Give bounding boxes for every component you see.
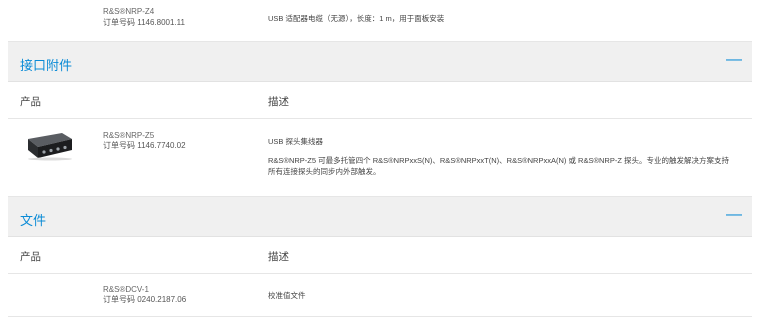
order-number: 订单号码 1146.8001.11: [103, 18, 185, 27]
column-header-row: 产品 描述: [8, 82, 752, 119]
product-description-line: 所有连接探头的同步内外部触发。: [268, 167, 381, 176]
section-title[interactable]: 接口附件: [20, 55, 72, 74]
product-description-title: USB 探头集线器: [268, 137, 324, 146]
section-header-documents[interactable]: 文件 —: [8, 197, 752, 237]
order-number: 订单号码 1146.7740.02: [103, 141, 186, 150]
column-header-description: 描述: [268, 251, 289, 263]
column-header-row: 产品 描述: [8, 237, 752, 274]
usb-sensor-hub-device-image: [28, 133, 72, 161]
column-header-product: 产品: [20, 96, 41, 108]
accessories-page: R&S®NRP-Z4 订单号码 1146.8001.11 USB 适配器电缆（无…: [8, 0, 752, 325]
collapse-icon[interactable]: —: [726, 52, 742, 68]
collapse-icon[interactable]: —: [726, 207, 742, 223]
product-description-line: R&S®NRP-Z5 可最多托管四个 R&S®NRPxxS(N)、R&S®NRP…: [268, 156, 729, 165]
product-name: R&S®DCV-1: [103, 285, 149, 294]
product-row-dcv-1: R&S®DCV-1 订单号码 0240.2187.06 校准值文件: [8, 274, 752, 317]
product-name: R&S®NRP-Z4: [103, 7, 155, 16]
product-row-nrp-z5: R&S®NRP-Z5 订单号码 1146.7740.02 USB 探头集线器 R…: [8, 119, 752, 197]
section-header-interface-accessories[interactable]: 接口附件 —: [8, 42, 752, 82]
product-description: USB 适配器电缆（无源），长度：1 m，用于面板安装: [268, 14, 445, 23]
section-title[interactable]: 文件: [20, 210, 46, 229]
product-row-nrp-z4: R&S®NRP-Z4 订单号码 1146.8001.11 USB 适配器电缆（无…: [8, 0, 752, 42]
product-name: R&S®NRP-Z5: [103, 131, 155, 140]
column-header-product: 产品: [20, 251, 41, 263]
order-number: 订单号码 0240.2187.06: [103, 295, 187, 304]
column-header-description: 描述: [268, 96, 289, 108]
product-description-title: 校准值文件: [268, 291, 306, 300]
